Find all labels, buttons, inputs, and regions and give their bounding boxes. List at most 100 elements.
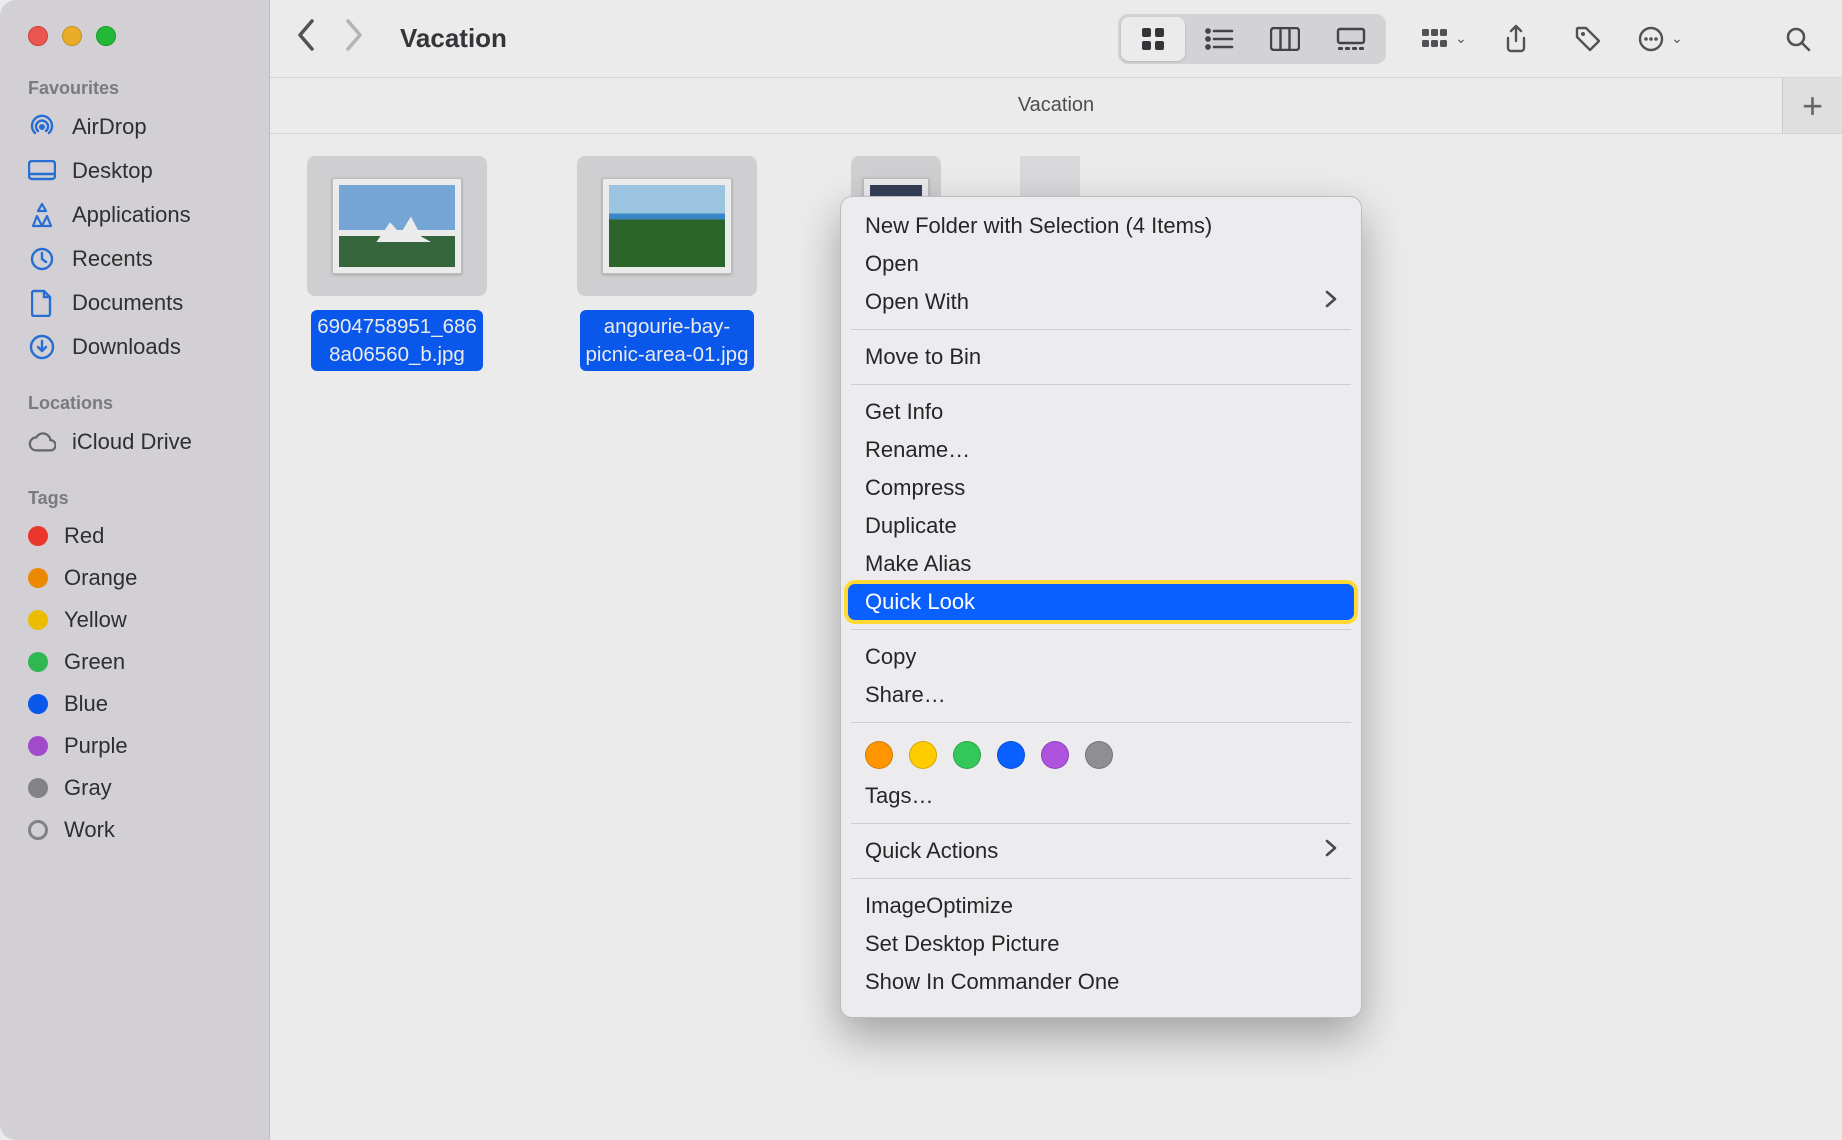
down-icon <box>28 333 56 361</box>
menu-item-label: ImageOptimize <box>865 893 1013 919</box>
menu-item-duplicate[interactable]: Duplicate <box>841 507 1361 545</box>
menu-item-set-desktop-picture[interactable]: Set Desktop Picture <box>841 925 1361 963</box>
menu-item-rename[interactable]: Rename… <box>841 431 1361 469</box>
forward-button[interactable] <box>344 18 364 59</box>
menu-item-label: Open With <box>865 289 969 315</box>
recents-icon <box>28 245 56 273</box>
sidebar-item-airdrop[interactable]: AirDrop <box>0 105 269 149</box>
list-view-button[interactable] <box>1187 17 1251 61</box>
tag-label: Work <box>64 817 115 843</box>
chevron-right-icon <box>1325 290 1337 314</box>
close-window-button[interactable] <box>28 26 48 46</box>
menu-item-label: Move to Bin <box>865 344 981 370</box>
sidebar-tag-green[interactable]: Green <box>0 641 269 683</box>
sidebar-tag-gray[interactable]: Gray <box>0 767 269 809</box>
back-button[interactable] <box>296 18 316 59</box>
apps-icon <box>28 201 56 229</box>
view-switcher <box>1118 14 1386 64</box>
new-tab-button[interactable]: + <box>1782 78 1842 133</box>
path-label: Vacation <box>1018 94 1094 117</box>
tag-dot-icon <box>28 526 48 546</box>
menu-item-share[interactable]: Share… <box>841 676 1361 714</box>
menu-item-open[interactable]: Open <box>841 245 1361 283</box>
menu-item-quick-actions[interactable]: Quick Actions <box>841 832 1361 870</box>
menu-item-quick-look[interactable]: Quick Look <box>847 583 1355 621</box>
sidebar-item-recents[interactable]: Recents <box>0 237 269 281</box>
sidebar-item-icloud-drive[interactable]: iCloud Drive <box>0 420 269 464</box>
menu-item-label: Tags… <box>865 783 933 809</box>
file-name-label: angourie-bay- picnic-area-01.jpg <box>580 310 755 371</box>
menu-tag-color[interactable] <box>909 741 937 769</box>
sidebar-item-applications[interactable]: Applications <box>0 193 269 237</box>
tag-label: Blue <box>64 691 108 717</box>
menu-item-label: Quick Actions <box>865 838 998 864</box>
menu-tag-color[interactable] <box>1085 741 1113 769</box>
menu-separator <box>851 384 1351 385</box>
cloud-icon <box>28 428 56 456</box>
menu-item-get-info[interactable]: Get Info <box>841 393 1361 431</box>
menu-item-copy[interactable]: Copy <box>841 638 1361 676</box>
nav-arrows <box>296 18 364 59</box>
menu-item-open-with[interactable]: Open With <box>841 283 1361 321</box>
window-title: Vacation <box>400 23 507 54</box>
file-thumbnail <box>307 156 487 296</box>
group-menu-button[interactable]: ⌄ <box>1418 17 1470 61</box>
traffic-lights <box>0 10 269 70</box>
tags-button[interactable] <box>1562 17 1614 61</box>
sidebar-item-downloads[interactable]: Downloads <box>0 325 269 369</box>
sidebar-item-desktop[interactable]: Desktop <box>0 149 269 193</box>
action-menu-button[interactable]: ⌄ <box>1634 17 1686 61</box>
menu-item-label: Duplicate <box>865 513 957 539</box>
sidebar-item-label: Downloads <box>72 334 181 360</box>
sidebar-item-documents[interactable]: Documents <box>0 281 269 325</box>
menu-item-move-to-bin[interactable]: Move to Bin <box>841 338 1361 376</box>
search-button[interactable] <box>1772 17 1824 61</box>
sidebar-tag-purple[interactable]: Purple <box>0 725 269 767</box>
menu-item-new-folder-with-selection-4-items[interactable]: New Folder with Selection (4 Items) <box>841 207 1361 245</box>
menu-item-label: Quick Look <box>865 589 975 615</box>
sidebar-item-label: Desktop <box>72 158 153 184</box>
menu-separator <box>851 823 1351 824</box>
menu-item-compress[interactable]: Compress <box>841 469 1361 507</box>
menu-item-imageoptimize[interactable]: ImageOptimize <box>841 887 1361 925</box>
menu-item-label: Set Desktop Picture <box>865 931 1059 957</box>
sidebar-tag-yellow[interactable]: Yellow <box>0 599 269 641</box>
menu-item-label: Get Info <box>865 399 943 425</box>
zoom-window-button[interactable] <box>96 26 116 46</box>
sidebar-item-label: Recents <box>72 246 153 272</box>
menu-separator <box>851 629 1351 630</box>
menu-item-label: Share… <box>865 682 946 708</box>
tag-label: Yellow <box>64 607 127 633</box>
file-item[interactable]: 6904758951_686 8a06560_b.jpg <box>292 156 502 371</box>
doc-icon <box>28 289 56 317</box>
chevron-right-icon <box>1325 839 1337 863</box>
menu-item-label: Copy <box>865 644 916 670</box>
tag-dot-icon <box>28 778 48 798</box>
icon-view-button[interactable] <box>1121 17 1185 61</box>
gallery-view-button[interactable] <box>1319 17 1383 61</box>
sidebar-item-label: iCloud Drive <box>72 429 192 455</box>
sidebar-tag-work[interactable]: Work <box>0 809 269 851</box>
menu-tag-color[interactable] <box>865 741 893 769</box>
sidebar-tag-blue[interactable]: Blue <box>0 683 269 725</box>
menu-item-tags[interactable]: Tags… <box>841 777 1361 815</box>
tag-label: Gray <box>64 775 112 801</box>
file-item[interactable]: angourie-bay- picnic-area-01.jpg <box>562 156 772 371</box>
minimize-window-button[interactable] <box>62 26 82 46</box>
path-bar: Vacation + <box>270 78 1842 134</box>
menu-tag-color[interactable] <box>1041 741 1069 769</box>
column-view-button[interactable] <box>1253 17 1317 61</box>
tag-label: Red <box>64 523 104 549</box>
sidebar-tag-red[interactable]: Red <box>0 515 269 557</box>
sidebar-tag-orange[interactable]: Orange <box>0 557 269 599</box>
menu-tag-colors-row <box>841 731 1361 777</box>
menu-item-label: New Folder with Selection (4 Items) <box>865 213 1212 239</box>
menu-tag-color[interactable] <box>997 741 1025 769</box>
sidebar-section-locations: Locations <box>0 385 269 420</box>
menu-item-make-alias[interactable]: Make Alias <box>841 545 1361 583</box>
share-button[interactable] <box>1490 17 1542 61</box>
menu-tag-color[interactable] <box>953 741 981 769</box>
menu-item-show-in-commander-one[interactable]: Show In Commander One <box>841 963 1361 1001</box>
sidebar: Favourites AirDropDesktopApplicationsRec… <box>0 0 270 1140</box>
menu-separator <box>851 722 1351 723</box>
